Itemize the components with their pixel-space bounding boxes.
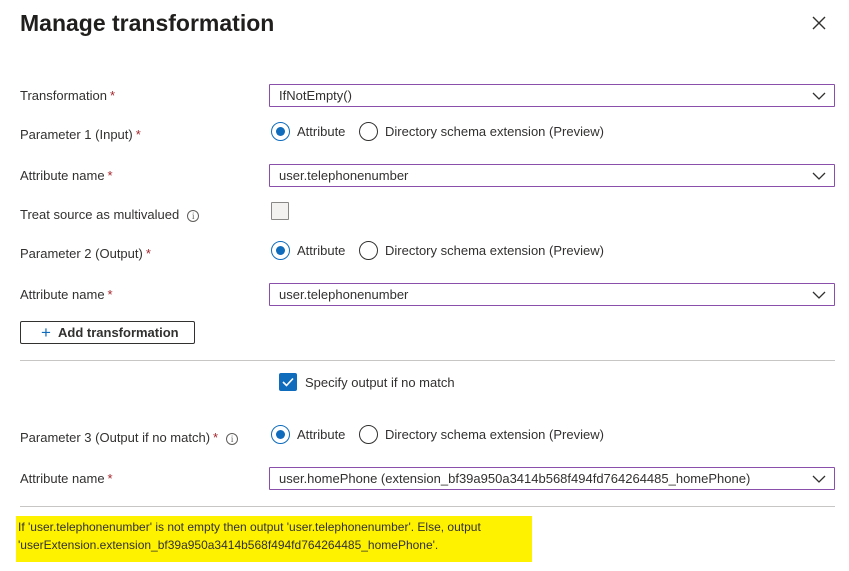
specify-output-label: Specify output if no match [305, 375, 455, 390]
required-asterisk: * [107, 168, 113, 183]
treat-multivalued-checkbox[interactable] [271, 202, 289, 220]
plus-icon: + [41, 323, 51, 342]
radio-unchecked-icon [359, 122, 378, 141]
required-asterisk: * [107, 287, 113, 302]
chevron-down-icon [812, 92, 826, 100]
divider [20, 506, 835, 507]
divider [20, 360, 835, 361]
attr-name-2-value: user.telephonenumber [279, 287, 409, 302]
radio-label: Directory schema extension (Preview) [385, 243, 604, 258]
transformation-summary: If 'user.telephonenumber' is not empty t… [16, 516, 532, 562]
attr-name-1-label: Attribute name * [20, 168, 113, 183]
attr-name-3-dropdown[interactable]: user.homePhone (extension_bf39a950a3414b… [269, 467, 835, 490]
radio-unchecked-icon [359, 241, 378, 260]
required-asterisk: * [135, 127, 141, 142]
param3-label: Parameter 3 (Output if no match) * i [20, 430, 239, 446]
param1-label: Parameter 1 (Input) * [20, 127, 141, 142]
transformation-value: IfNotEmpty() [279, 88, 352, 103]
chevron-down-icon [812, 475, 826, 483]
radio-label: Attribute [297, 243, 346, 258]
summary-text: If 'user.telephonenumber' is not empty t… [18, 518, 481, 554]
param2-label: Parameter 2 (Output) * [20, 246, 151, 261]
radio-unchecked-icon [359, 425, 378, 444]
chevron-down-icon [812, 291, 826, 299]
summary-line-2: 'userExtension.extension_bf39a950a3414b5… [18, 538, 439, 552]
transformation-dropdown[interactable]: IfNotEmpty() [269, 84, 835, 107]
checkmark-icon [282, 377, 294, 387]
required-asterisk: * [107, 471, 113, 486]
required-asterisk: * [109, 88, 115, 103]
add-transformation-label: Add transformation [58, 325, 179, 340]
attr-name-2-dropdown[interactable]: user.telephonenumber [269, 283, 835, 306]
add-transformation-button[interactable]: + Add transformation [20, 321, 195, 344]
summary-line-1: If 'user.telephonenumber' is not empty t… [18, 520, 481, 534]
chevron-down-icon [812, 172, 826, 180]
required-asterisk: * [213, 430, 219, 445]
dialog-title: Manage transformation [20, 10, 275, 36]
radio-label: Directory schema extension (Preview) [385, 427, 604, 442]
close-icon[interactable] [808, 12, 830, 34]
specify-output-checkbox[interactable] [279, 373, 297, 391]
attr-name-3-label: Attribute name * [20, 471, 113, 486]
radio-label: Directory schema extension (Preview) [385, 124, 604, 139]
radio-checked-icon [271, 241, 290, 260]
attr-name-1-value: user.telephonenumber [279, 168, 409, 183]
info-icon[interactable]: i [187, 209, 200, 222]
treat-multivalued-label: Treat source as multivalued i [20, 207, 200, 223]
required-asterisk: * [145, 246, 151, 261]
attr-name-2-label: Attribute name * [20, 287, 113, 302]
transformation-label: Transformation * [20, 88, 115, 103]
attr-name-1-dropdown[interactable]: user.telephonenumber [269, 164, 835, 187]
attr-name-3-value: user.homePhone (extension_bf39a950a3414b… [279, 471, 751, 486]
radio-checked-icon [271, 425, 290, 444]
radio-label: Attribute [297, 427, 346, 442]
info-icon[interactable]: i [226, 432, 239, 445]
radio-label: Attribute [297, 124, 346, 139]
radio-checked-icon [271, 122, 290, 141]
